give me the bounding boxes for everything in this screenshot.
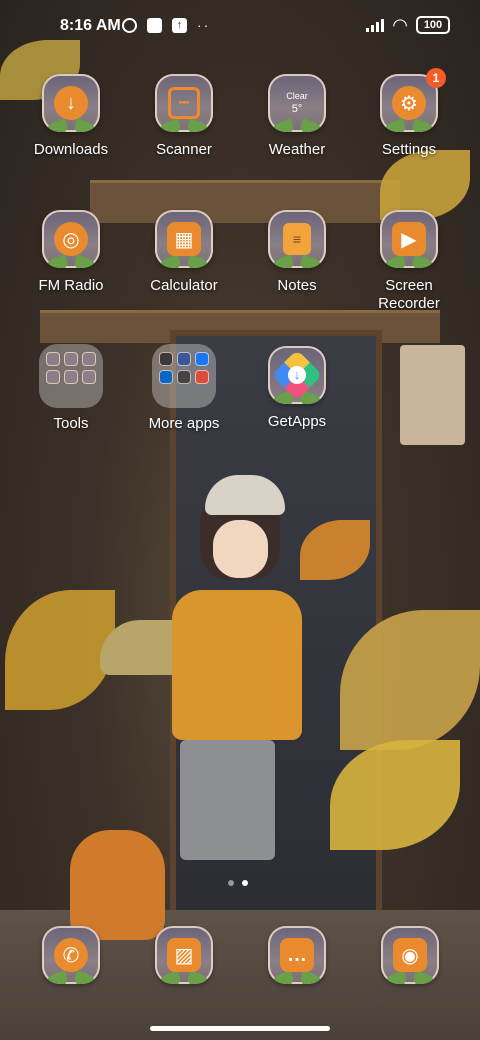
wallpaper-girl-pants (180, 740, 275, 860)
square-icon (147, 17, 162, 33)
app-label: Scanner (156, 141, 212, 158)
upload-icon: ↑ (172, 17, 187, 33)
dock-phone[interactable]: ✆ (41, 926, 101, 984)
phone-app-icon: ✆ (42, 926, 100, 984)
app-label: Downloads (33, 141, 109, 158)
page-indicator (228, 880, 248, 886)
mini-app-icon (64, 352, 78, 366)
messages-app-icon: … (268, 926, 326, 984)
radio-icon: ◎ (54, 222, 88, 256)
dock-gallery[interactable]: ▨ (154, 926, 214, 984)
getapps-icon: ↓ (271, 349, 323, 401)
messages-icon: … (280, 938, 314, 972)
wallpaper-cat (70, 830, 165, 940)
moon-icon (122, 17, 137, 33)
system-icons: ◠ 100 (366, 16, 450, 34)
weather-app-icon: Clear 5° (268, 74, 326, 132)
status-bar: 8:16 AM ↑ ·· ◠ 100 (0, 0, 480, 56)
app-label: Calculator (150, 277, 218, 294)
app-getapps[interactable]: ↓ GetApps (242, 346, 352, 431)
mini-app-icon (177, 370, 191, 384)
mini-app-icon (46, 370, 60, 384)
app-label: GetApps (267, 413, 327, 430)
calculator-app-icon: ▦ (155, 210, 213, 268)
mini-app-icon (159, 352, 173, 366)
page-dot-active (242, 880, 248, 886)
gallery-app-icon: ▨ (155, 926, 213, 984)
notification-icons: ↑ ·· (122, 17, 210, 33)
gear-icon: ⚙ (392, 86, 426, 120)
fm-radio-app-icon: ◎ (42, 210, 100, 268)
mini-app-icon (64, 370, 78, 384)
mini-app-icon (195, 370, 209, 384)
app-label: Notes (277, 277, 317, 294)
app-downloads[interactable]: ↓ Downloads (16, 74, 126, 159)
weather-temperature: 5° (291, 103, 303, 115)
screen-recorder-app-icon: ▶ (380, 210, 438, 268)
more-notifications-indicator: ·· (197, 17, 211, 33)
notification-badge: 1 (426, 68, 446, 88)
camera-icon: ◉ (393, 938, 427, 972)
mini-app-icon (195, 352, 209, 366)
camera-app-icon: ◉ (381, 926, 439, 984)
getapps-app-icon: ↓ (268, 346, 326, 404)
notes-app-icon: ≡ (268, 210, 326, 268)
dock-camera[interactable]: ◉ (380, 926, 440, 984)
app-notes[interactable]: ≡ Notes (242, 210, 352, 295)
app-label: Settings (381, 141, 437, 158)
mini-app-icon (177, 352, 191, 366)
app-label: Screen Recorder (378, 277, 440, 312)
notes-icon: ≡ (283, 223, 311, 255)
folder-tools[interactable]: Tools (16, 344, 126, 433)
page-dot (228, 880, 234, 886)
app-calculator[interactable]: ▦ Calculator (129, 210, 239, 295)
folder-label: Tools (53, 415, 89, 432)
wallpaper-girl (172, 590, 302, 740)
wallpaper-leaf (5, 590, 115, 710)
wifi-icon: ◠ (392, 15, 408, 35)
wallpaper-girl-face (213, 520, 268, 578)
app-fm-radio[interactable]: ◎ FM Radio (16, 210, 126, 295)
more-apps-folder-icon (152, 344, 216, 408)
battery-icon: 100 (416, 16, 450, 34)
video-icon: ▶ (392, 222, 426, 256)
folder-label: More apps (148, 415, 220, 432)
mini-app-icon (159, 370, 173, 384)
clock: 8:16 AM (60, 17, 121, 34)
mini-app-icon (82, 352, 96, 366)
gallery-icon: ▨ (167, 938, 201, 972)
signal-icon (366, 18, 385, 32)
folder-more-apps[interactable]: More apps (129, 344, 239, 433)
home-gesture-bar[interactable] (150, 1026, 330, 1031)
mini-app-icon (46, 352, 60, 366)
app-label: Weather (268, 141, 326, 158)
app-scanner[interactable]: − Scanner (129, 74, 239, 159)
downloads-app-icon: ↓ (42, 74, 100, 132)
scanner-app-icon: − (155, 74, 213, 132)
app-screen-recorder[interactable]: ▶ Screen Recorder (354, 210, 464, 313)
phone-icon: ✆ (54, 938, 88, 972)
calculator-icon: ▦ (167, 222, 201, 256)
app-label: FM Radio (38, 277, 104, 294)
tools-folder-icon (39, 344, 103, 408)
wallpaper-board (400, 345, 465, 445)
weather-condition: Clear (286, 91, 308, 101)
download-icon: ↓ (54, 86, 88, 120)
dock-messages[interactable]: … (267, 926, 327, 984)
scan-icon: − (168, 87, 200, 119)
mini-app-icon (82, 370, 96, 384)
app-settings[interactable]: 1 ⚙ Settings (354, 68, 464, 159)
app-weather[interactable]: Clear 5° Weather (242, 74, 352, 159)
